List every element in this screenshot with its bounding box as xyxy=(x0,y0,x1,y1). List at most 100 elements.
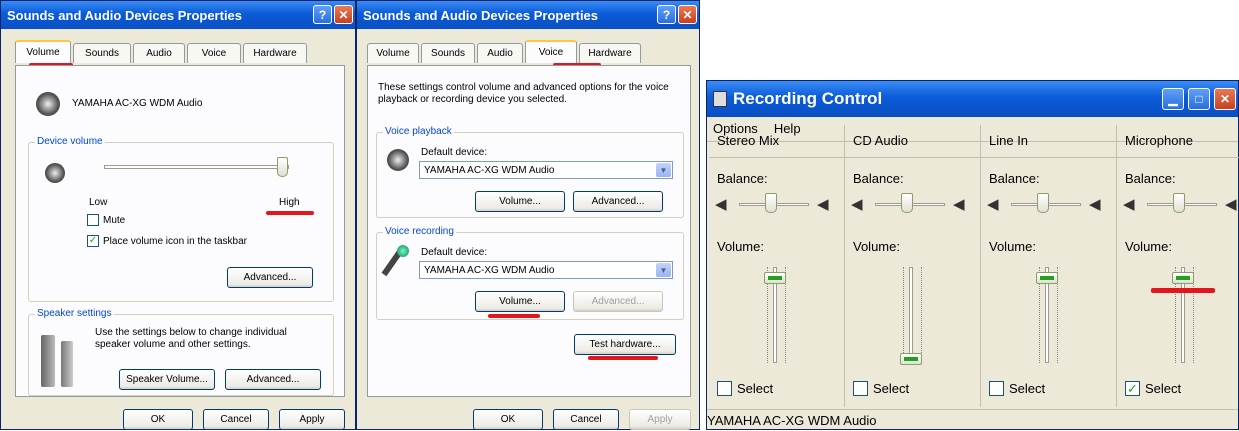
title-bar[interactable]: Recording Control xyxy=(707,81,1238,117)
volume-slider[interactable] xyxy=(909,267,913,363)
cancel-button[interactable]: Cancel xyxy=(203,409,269,430)
balance-thumb[interactable] xyxy=(901,193,913,213)
device-volume-group: Device volume Low High Mute ✓ Place volu… xyxy=(28,136,334,302)
taskbar-label: Place volume icon in the taskbar xyxy=(103,236,247,247)
balance-label: Balance: xyxy=(1125,171,1176,186)
volume-thumb[interactable] xyxy=(900,353,922,365)
dialog-title: Sounds and Audio Devices Properties xyxy=(7,7,243,23)
speaker-right-icon: ◀ xyxy=(1089,196,1101,213)
chevron-down-icon[interactable]: ▼ xyxy=(656,263,671,277)
select-checkbox[interactable]: ✓ xyxy=(1125,381,1140,396)
speaker-icon xyxy=(36,92,60,116)
advanced-button[interactable]: Advanced... xyxy=(227,267,313,288)
highlight-underline-microphone-volume xyxy=(1151,288,1215,293)
volume-label: Volume: xyxy=(989,239,1036,254)
voice-recording-label: Voice recording xyxy=(383,226,456,237)
playback-device-select[interactable]: YAMAHA AC-XG WDM Audio ▼ xyxy=(419,161,673,179)
device-volume-slider[interactable] xyxy=(104,157,289,177)
select-label: Select xyxy=(1009,381,1046,396)
mute-label: Mute xyxy=(103,215,126,226)
speaker-advanced-button[interactable]: Advanced... xyxy=(225,369,321,390)
help-button[interactable]: ? xyxy=(657,5,676,24)
highlight-underline-recording-volume xyxy=(488,314,540,318)
mixer-column: Microphone Balance: ◀ ◀ Volume: ✓ Select xyxy=(1117,125,1239,407)
playback-volume-button[interactable]: Volume... xyxy=(475,191,565,212)
apply-button[interactable]: Apply xyxy=(279,409,345,430)
mute-checkbox[interactable] xyxy=(87,214,99,226)
playback-advanced-button[interactable]: Advanced... xyxy=(573,191,663,212)
app-icon xyxy=(713,91,727,107)
highlight-underline-test-hardware xyxy=(588,356,658,360)
window-title: Recording Control xyxy=(733,89,883,108)
close-button[interactable]: ✕ xyxy=(678,5,697,24)
tab-hardware[interactable]: Hardware xyxy=(243,43,307,63)
close-button[interactable]: ✕ xyxy=(1214,88,1236,110)
dialog-title: Sounds and Audio Devices Properties xyxy=(363,7,599,23)
tab-voice[interactable]: Voice xyxy=(187,43,241,63)
apply-button[interactable]: Apply xyxy=(629,409,691,430)
channel-name: CD Audio xyxy=(853,133,908,148)
balance-thumb[interactable] xyxy=(1037,193,1049,213)
playback-device-value: YAMAHA AC-XG WDM Audio xyxy=(424,164,555,176)
volume-ticks xyxy=(903,267,906,363)
recording-volume-button[interactable]: Volume... xyxy=(475,291,565,312)
tab-audio[interactable]: Audio xyxy=(477,43,523,63)
tab-strip: Volume Sounds Audio Voice Hardware xyxy=(367,40,643,63)
tab-sounds[interactable]: Sounds xyxy=(73,43,131,63)
speakers-icon-right xyxy=(61,341,73,387)
status-bar: YAMAHA AC-XG WDM Audio xyxy=(707,409,1238,431)
chevron-down-icon[interactable]: ▼ xyxy=(656,163,671,177)
tab-volume[interactable]: Volume xyxy=(367,43,419,63)
mixer-column: Stereo Mix Balance: ◀ ◀ Volume: Select xyxy=(709,125,845,407)
volume-thumb[interactable] xyxy=(1036,272,1058,284)
title-bar[interactable]: Sounds and Audio Devices Properties xyxy=(357,1,699,29)
title-bar[interactable]: Sounds and Audio Devices Properties xyxy=(1,1,355,29)
tab-sounds[interactable]: Sounds xyxy=(421,43,475,63)
tab-volume[interactable]: Volume xyxy=(15,40,71,63)
volume-thumb[interactable] xyxy=(1172,272,1194,284)
speaker-settings-label: Speaker settings xyxy=(35,308,114,319)
taskbar-checkbox[interactable]: ✓ xyxy=(87,235,99,247)
highlight-underline-high xyxy=(266,211,314,215)
tab-hardware[interactable]: Hardware xyxy=(579,43,641,63)
recording-device-value: YAMAHA AC-XG WDM Audio xyxy=(424,264,555,276)
test-hardware-button[interactable]: Test hardware... xyxy=(574,334,676,355)
recording-advanced-button[interactable]: Advanced... xyxy=(573,291,663,312)
channel-divider xyxy=(845,157,980,158)
volume-label: Volume: xyxy=(853,239,900,254)
ok-button[interactable]: OK xyxy=(123,409,193,430)
help-button[interactable]: ? xyxy=(313,5,332,24)
channel-name: Microphone xyxy=(1125,133,1193,148)
tab-voice[interactable]: Voice xyxy=(525,40,577,63)
minimize-button[interactable]: ▁ xyxy=(1162,88,1184,110)
speaker-right-icon: ◀ xyxy=(1225,196,1237,213)
select-label: Select xyxy=(873,381,910,396)
high-label: High xyxy=(279,197,300,208)
volume-thumb[interactable] xyxy=(764,272,786,284)
channel-name: Line In xyxy=(989,133,1029,148)
recording-device-select[interactable]: YAMAHA AC-XG WDM Audio ▼ xyxy=(419,261,673,279)
ok-button[interactable]: OK xyxy=(473,409,543,430)
select-checkbox[interactable] xyxy=(989,381,1004,396)
speaker-left-icon: ◀ xyxy=(715,196,727,213)
balance-thumb[interactable] xyxy=(1173,193,1185,213)
mixer-column: Line In Balance: ◀ ◀ Volume: Select xyxy=(981,125,1117,407)
playback-default-label: Default device: xyxy=(421,147,488,158)
volume-label: Volume: xyxy=(717,239,764,254)
speaker-left-icon: ◀ xyxy=(987,196,999,213)
select-label: Select xyxy=(1145,381,1182,396)
select-label: Select xyxy=(737,381,774,396)
speaker-settings-group: Speaker settings Use the settings below … xyxy=(28,308,334,396)
channel-divider xyxy=(1117,157,1239,158)
maximize-button[interactable]: □ xyxy=(1188,88,1210,110)
device-volume-thumb[interactable] xyxy=(277,157,288,177)
select-checkbox[interactable] xyxy=(717,381,732,396)
cancel-button[interactable]: Cancel xyxy=(553,409,619,430)
device-volume-label: Device volume xyxy=(35,136,105,147)
close-button[interactable]: ✕ xyxy=(334,5,353,24)
balance-label: Balance: xyxy=(989,171,1040,186)
tab-audio[interactable]: Audio xyxy=(133,43,185,63)
select-checkbox[interactable] xyxy=(853,381,868,396)
speaker-volume-button[interactable]: Speaker Volume... xyxy=(119,369,215,390)
balance-thumb[interactable] xyxy=(765,193,777,213)
